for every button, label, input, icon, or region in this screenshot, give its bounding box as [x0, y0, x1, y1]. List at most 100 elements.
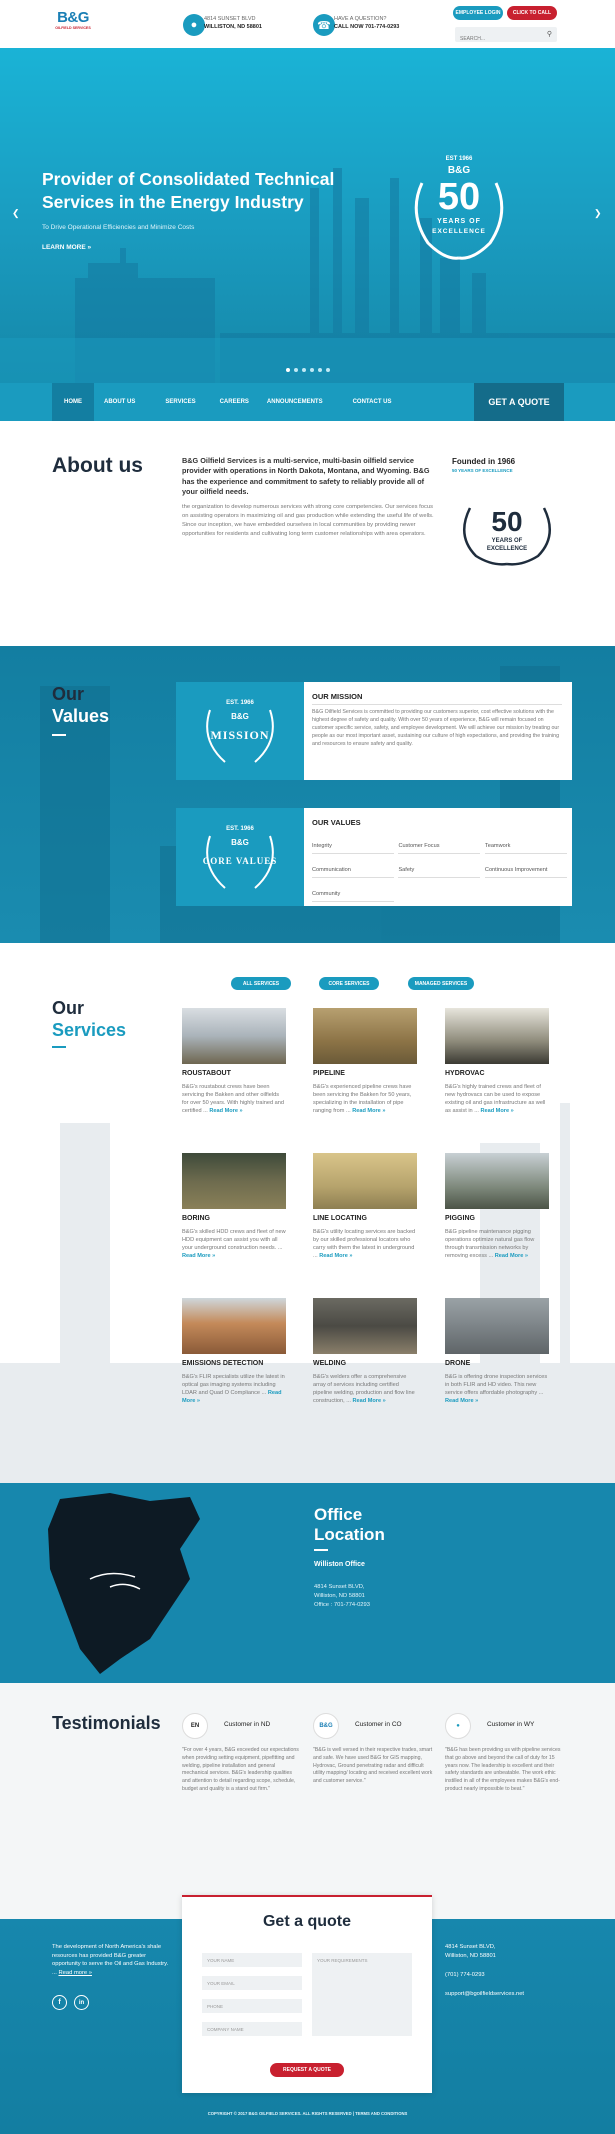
phone-field[interactable]: PHONE: [202, 1999, 302, 2013]
badge-fifty: 50: [437, 176, 481, 218]
nav-careers[interactable]: CAREERS: [206, 383, 259, 421]
values-heading-line1: Our: [52, 684, 85, 704]
logo-subtitle: OILFIELD SERVICES: [55, 26, 91, 30]
about-lead: B&G Oilfield Services is a multi-service…: [182, 456, 430, 497]
hero-title: Provider of Consolidated Technical Servi…: [42, 169, 335, 212]
facebook-icon[interactable]: f: [52, 1995, 67, 2010]
employee-login-button[interactable]: EMPLOYEE LOGIN: [453, 6, 503, 20]
service-card[interactable]: DRONE B&G is offering drone inspection s…: [445, 1298, 549, 1405]
service-description: B&G is offering drone inspection service…: [445, 1374, 548, 1405]
customer-logo: ●: [445, 1713, 471, 1739]
fifty-years-badge: EST 1966 B&G 50 YEARS OF EXCELLENCE: [400, 148, 518, 266]
office-line2: Williston, ND 58801: [314, 1592, 365, 1599]
nav-get-quote-button[interactable]: GET A QUOTE: [474, 383, 564, 421]
filter-core-services[interactable]: CORE SERVICES: [319, 977, 379, 990]
filter-managed-services[interactable]: MANAGED SERVICES: [408, 977, 474, 990]
search-icon[interactable]: ⚲: [547, 30, 552, 38]
nav-services[interactable]: SERVICES: [145, 383, 205, 421]
logo[interactable]: B&G OILFIELD SERVICES: [52, 9, 94, 30]
service-card[interactable]: LINE LOCATING B&G's utility locating ser…: [313, 1153, 417, 1260]
about-heading: About us: [52, 454, 143, 477]
read-more-link[interactable]: Read More »: [352, 1108, 385, 1114]
read-more-link[interactable]: Read More »: [445, 1398, 478, 1404]
page: B&G OILFIELD SERVICES ● 4814 SUNSET BLVD…: [0, 0, 615, 2134]
office-heading-line2: Location: [314, 1524, 385, 1544]
requirements-textarea[interactable]: YOUR REQUIREMENTS: [312, 1953, 412, 2036]
value-item: Continuous Improvement: [484, 863, 567, 878]
values-title: OUR VALUES: [312, 818, 361, 827]
click-to-call-button[interactable]: CLICK TO CALL: [507, 6, 557, 20]
service-card[interactable]: PIGGING B&G pipeline maintenance pigging…: [445, 1153, 549, 1260]
service-card[interactable]: BORING B&G's skilled HDD crews and fleet…: [182, 1153, 286, 1260]
office-phone[interactable]: Office : 701-774-0293: [314, 1601, 370, 1610]
service-description: B&G's experienced pipeline crews have be…: [313, 1084, 412, 1115]
slider-dot[interactable]: [318, 368, 322, 372]
email-field[interactable]: YOUR EMAIL: [202, 1976, 302, 1990]
company-field[interactable]: COMPANY NAME: [202, 2022, 302, 2036]
about-fifty-badge: 50 YEARS OF EXCELLENCE: [452, 498, 562, 568]
read-more-link[interactable]: Read More »: [319, 1253, 352, 1259]
mission-title-rule: [312, 704, 562, 705]
service-card[interactable]: EMISSIONS DETECTION B&G's FLIR specialis…: [182, 1298, 286, 1405]
hero-prev-arrow[interactable]: ❮: [12, 208, 20, 219]
call-now-line: CALL NOW 701-774-0293: [334, 23, 400, 30]
testimonial-text: "B&G is well versed in their respective …: [313, 1747, 433, 1785]
header-phone[interactable]: HAVE A QUESTION? CALL NOW 701-774-0293: [334, 16, 399, 31]
read-more-link[interactable]: Read More »: [353, 1398, 386, 1404]
footer-read-more-link[interactable]: Read more »: [58, 1970, 92, 1976]
service-description: B&G's highly trained crews and fleet of …: [445, 1084, 546, 1115]
service-title: EMISSIONS DETECTION: [182, 1360, 264, 1367]
mission-badge-panel: EST. 1966 B&G MISSION: [176, 682, 304, 780]
service-card[interactable]: ROUSTABOUT B&G's roustabout crews have b…: [182, 1008, 286, 1115]
hero-learn-more-link[interactable]: LEARN MORE »: [42, 244, 91, 251]
badge-excellence: EXCELLENCE: [432, 228, 486, 235]
service-title: WELDING: [313, 1360, 347, 1367]
service-card[interactable]: WELDING B&G's welders offer a comprehens…: [313, 1298, 417, 1405]
nav-about[interactable]: ABOUT US: [94, 383, 145, 421]
slider-dot[interactable]: [310, 368, 314, 372]
name-field[interactable]: YOUR NAME: [202, 1953, 302, 1967]
service-card[interactable]: PIPELINE B&G's experienced pipeline crew…: [313, 1008, 417, 1115]
services-heading-rule: [52, 1046, 66, 1048]
footer-email[interactable]: support@bgoilfieldservices.net: [445, 1990, 524, 1999]
linkedin-icon[interactable]: in: [74, 1995, 89, 2010]
hero-subtitle: To Drive Operational Efficiencies and Mi…: [42, 224, 195, 231]
testimonials-heading: Testimonials: [52, 1713, 161, 1733]
service-photo: [313, 1153, 417, 1209]
footer-phone[interactable]: (701) 774-0293: [445, 1971, 524, 1980]
laurel-wreath-icon: [206, 835, 274, 889]
search-box[interactable]: ⚲: [455, 27, 557, 47]
services-heading-line1: Our: [52, 998, 85, 1018]
site-footer: The development of North America's shale…: [0, 1891, 615, 2134]
search-input[interactable]: [455, 31, 535, 47]
office-line1: 4814 Sunset BLVD,: [314, 1584, 365, 1590]
service-title: LINE LOCATING: [313, 1215, 367, 1222]
service-description: B&G's FLIR specialists utilize the lates…: [182, 1374, 285, 1405]
value-item: Safety: [398, 863, 481, 878]
service-card[interactable]: HYDROVAC B&G's highly trained crews and …: [445, 1008, 549, 1115]
slider-dot[interactable]: [286, 368, 290, 372]
testimonials-section: Testimonials EN Customer in ND "For over…: [0, 1683, 615, 1891]
slider-dot[interactable]: [302, 368, 306, 372]
slider-dot[interactable]: [294, 368, 298, 372]
slider-dots[interactable]: [286, 368, 330, 372]
north-america-map: [48, 1493, 200, 1674]
testimonial-text: "B&G has been providing us with pipeline…: [445, 1747, 561, 1792]
nav-home[interactable]: HOME: [52, 383, 94, 421]
slider-dot[interactable]: [326, 368, 330, 372]
read-more-link[interactable]: Read More »: [480, 1108, 513, 1114]
values-heading: Our Values: [52, 684, 109, 727]
nav-announcements[interactable]: ANNOUNCEMENTS: [259, 383, 333, 421]
read-more-link[interactable]: Read More »: [182, 1253, 215, 1259]
quote-form: Get a quote YOUR NAME YOUR EMAIL PHONE C…: [182, 1895, 432, 2093]
phone-icon: ☎: [313, 14, 335, 36]
request-quote-button[interactable]: REQUEST A QUOTE: [270, 2063, 344, 2077]
read-more-link[interactable]: Read More »: [209, 1108, 242, 1114]
copyright: COPYRIGHT © 2017 B&G OILFIELD SERVICES. …: [207, 2111, 408, 2116]
read-more-link[interactable]: Read More »: [495, 1253, 528, 1259]
service-title: DRONE: [445, 1360, 471, 1367]
nav-contact[interactable]: CONTACT US: [333, 383, 402, 421]
hero-next-arrow[interactable]: ❯: [594, 208, 602, 219]
values-heading-line2: Values: [52, 705, 110, 726]
filter-all-services[interactable]: ALL SERVICES: [231, 977, 291, 990]
